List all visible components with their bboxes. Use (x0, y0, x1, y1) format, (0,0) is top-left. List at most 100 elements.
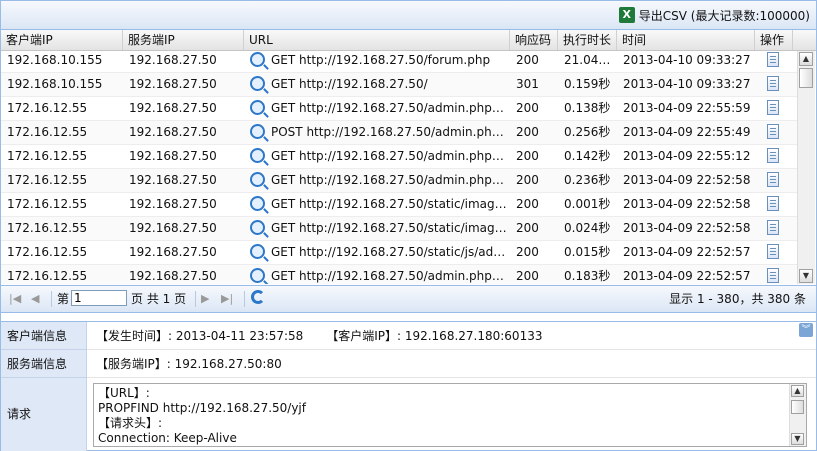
cell-response-code: 200 (516, 245, 539, 259)
log-grid-panel: X 导出CSV (最大记录数:100000) 客户端IP 服务端IP URL 响… (0, 0, 817, 451)
cell-server-ip: 192.168.27.50 (129, 173, 217, 187)
table-row[interactable]: 172.16.12.55 192.168.27.50 GET http://192.… (1, 265, 797, 284)
cell-client-ip: 192.168.10.155 (7, 53, 103, 67)
pager-separator (195, 291, 196, 307)
cell-url: GET http://192.168.27.50/admin.php?act..… (244, 145, 510, 168)
top-toolbar: X 导出CSV (最大记录数:100000) (1, 1, 816, 30)
cell-server-ip: 192.168.27.50 (129, 125, 217, 139)
document-icon[interactable] (767, 148, 779, 163)
export-csv-label: 导出CSV (最大记录数:100000) (638, 8, 810, 23)
first-page-icon[interactable]: |◀ (9, 291, 21, 307)
grid-body: 192.168.10.155 192.168.27.50 GET http://19… (1, 51, 797, 284)
request-scroll-down[interactable]: ▼ (791, 433, 804, 445)
page-prefix: 第 (57, 292, 70, 306)
cell-response-code: 200 (516, 125, 539, 139)
refresh-icon[interactable] (251, 290, 265, 304)
document-icon[interactable] (767, 220, 779, 235)
client-info-value: 【发生时间】: 2013-04-11 23:57:58 【客户端IP】: 192… (87, 322, 816, 350)
magnifier-icon[interactable] (250, 52, 265, 67)
table-row[interactable]: 172.16.12.55 192.168.27.50 GET http://192.… (1, 97, 797, 121)
document-icon[interactable] (767, 100, 779, 115)
cell-action (761, 169, 791, 192)
detail-panel: 客户端信息 【发生时间】: 2013-04-11 23:57:58 【客户端IP… (1, 321, 816, 451)
header-duration[interactable]: 执行时长 (558, 30, 617, 50)
magnifier-icon[interactable] (250, 244, 265, 259)
export-csv-button[interactable]: X 导出CSV (最大记录数:100000) (618, 6, 810, 24)
magnifier-icon[interactable] (250, 220, 265, 235)
request-line: PROPFIND http://192.168.27.50/yjf (98, 401, 306, 415)
cell-action (761, 241, 791, 264)
page-number-input[interactable] (71, 290, 127, 306)
magnifier-icon[interactable] (250, 100, 265, 115)
magnifier-icon[interactable] (250, 196, 265, 211)
cell-url: POST http://192.168.27.50/admin.php?a... (244, 121, 510, 144)
cell-client-ip: 172.16.12.55 (7, 221, 88, 235)
magnifier-icon[interactable] (250, 268, 265, 283)
cell-server-ip: 192.168.27.50 (129, 149, 217, 163)
magnifier-icon[interactable] (250, 148, 265, 163)
grid-scrollbar[interactable]: ▲ ▼ (797, 51, 815, 284)
cell-url: GET http://192.168.27.50/static/js/admin… (244, 241, 510, 264)
header-client-ip[interactable]: 客户端IP (1, 30, 123, 50)
cell-response-code: 200 (516, 149, 539, 163)
request-textarea[interactable]: 【URL】: PROPFIND http://192.168.27.50/yjf… (93, 383, 807, 447)
document-icon[interactable] (767, 124, 779, 139)
cell-duration: 21.042秒 (564, 53, 617, 67)
header-action: 操作 (755, 30, 793, 50)
cell-action (761, 73, 791, 96)
document-icon[interactable] (767, 244, 779, 259)
document-icon[interactable] (767, 172, 779, 187)
table-row[interactable]: 172.16.12.55 192.168.27.50 GET http://192.… (1, 193, 797, 217)
cell-time: 2013-04-09 22:52:58 (623, 221, 751, 235)
request-scroll-up[interactable]: ▲ (791, 385, 804, 397)
cell-response-code: 301 (516, 77, 539, 91)
request-scroll-thumb[interactable] (791, 400, 804, 414)
header-response-code[interactable]: 响应码 (510, 30, 558, 50)
url-text: GET http://192.168.27.50/ (271, 77, 428, 91)
cell-server-ip: 192.168.27.50 (129, 53, 217, 67)
prev-page-icon[interactable]: ◀ (31, 291, 39, 307)
cell-time: 2013-04-10 09:33:27 (623, 53, 751, 67)
cell-response-code: 200 (516, 53, 539, 67)
cell-server-ip: 192.168.27.50 (129, 221, 217, 235)
table-row[interactable]: 192.168.10.155 192.168.27.50 GET http://19… (1, 51, 797, 73)
collapse-icon[interactable]: ︾ (799, 323, 813, 337)
cell-response-code: 200 (516, 221, 539, 235)
next-page-icon[interactable]: ▶ (201, 291, 209, 307)
cell-server-ip: 192.168.27.50 (129, 245, 217, 259)
table-row[interactable]: 172.16.12.55 192.168.27.50 GET http://192.… (1, 145, 797, 169)
request-scrollbar[interactable]: ▲ ▼ (789, 384, 806, 446)
magnifier-icon[interactable] (250, 124, 265, 139)
cell-duration: 0.236秒 (564, 173, 611, 187)
cell-action (761, 145, 791, 168)
table-row[interactable]: 172.16.12.55 192.168.27.50 GET http://192.… (1, 217, 797, 241)
document-icon[interactable] (767, 52, 779, 67)
header-url[interactable]: URL (244, 30, 510, 50)
cell-duration: 0.024秒 (564, 221, 611, 235)
document-icon[interactable] (767, 196, 779, 211)
cell-time: 2013-04-09 22:52:57 (623, 269, 751, 283)
cell-client-ip: 172.16.12.55 (7, 269, 88, 283)
scroll-down-button[interactable]: ▼ (799, 269, 813, 283)
document-icon[interactable] (767, 76, 779, 91)
scroll-thumb[interactable] (799, 68, 813, 88)
table-row[interactable]: 172.16.12.55 192.168.27.50 GET http://192.… (1, 241, 797, 265)
cell-time: 2013-04-09 22:52:58 (623, 197, 751, 211)
magnifier-icon[interactable] (250, 76, 265, 91)
pager-separator (51, 291, 52, 307)
cell-client-ip: 172.16.12.55 (7, 149, 88, 163)
scroll-up-button[interactable]: ▲ (799, 52, 813, 66)
table-row[interactable]: 192.168.10.155 192.168.27.50 GET http://19… (1, 73, 797, 97)
request-line: 【请求头】: (98, 416, 163, 430)
last-page-icon[interactable]: ▶| (221, 291, 233, 307)
server-info-label: 服务端信息 (1, 350, 87, 378)
cell-response-code: 200 (516, 269, 539, 283)
magnifier-icon[interactable] (250, 172, 265, 187)
document-icon[interactable] (767, 268, 779, 283)
cell-time: 2013-04-09 22:55:12 (623, 149, 751, 163)
header-server-ip[interactable]: 服务端IP (123, 30, 244, 50)
table-row[interactable]: 172.16.12.55 192.168.27.50 POST http://192… (1, 121, 797, 145)
table-row[interactable]: 172.16.12.55 192.168.27.50 GET http://192.… (1, 169, 797, 193)
header-time[interactable]: 时间 (617, 30, 755, 50)
cell-url: GET http://192.168.27.50/admin.php?act..… (244, 265, 510, 284)
